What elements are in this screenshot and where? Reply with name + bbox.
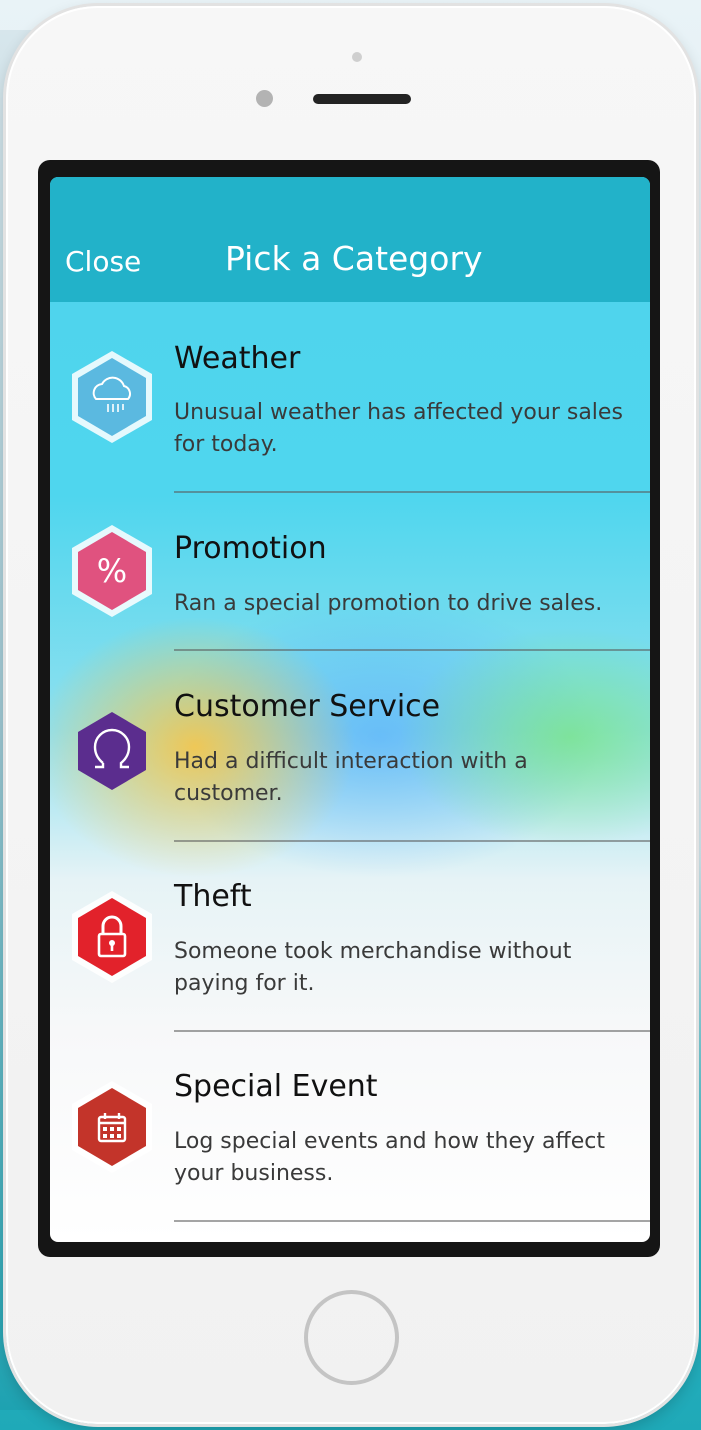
lock-icon: [68, 889, 156, 985]
category-description: Unusual weather has affected your sales …: [174, 400, 623, 457]
percent-icon: %: [68, 523, 156, 619]
nav-bar: Close Pick a Category: [50, 177, 650, 302]
calendar-icon: [68, 1079, 156, 1175]
category-item-weather[interactable]: Weather Unusual weather has affected you…: [50, 317, 650, 493]
app-screen: Close Pick a Category Weather Unusual we…: [50, 177, 650, 1242]
category-description: Someone took merchandise without paying …: [174, 939, 572, 996]
category-item-promotion[interactable]: % Promotion Ran a special promotion to d…: [50, 493, 650, 651]
category-description: Had a difficult interaction with a custo…: [174, 749, 528, 806]
home-button[interactable]: [304, 1290, 399, 1385]
category-title: Customer Service: [174, 689, 441, 724]
person-icon: [68, 703, 156, 799]
svg-text:%: %: [97, 552, 127, 590]
category-item-customer-service[interactable]: Customer Service Had a difficult interac…: [50, 651, 650, 842]
category-title: Special Event: [174, 1069, 378, 1104]
divider: [174, 1220, 650, 1222]
sensor: [256, 90, 273, 107]
speaker: [313, 94, 411, 104]
category-title: Weather: [174, 341, 301, 376]
category-description: Ran a special promotion to drive sales.: [174, 591, 603, 616]
close-button[interactable]: Close: [65, 245, 141, 278]
category-item-special-event[interactable]: Special Event Log special events and how…: [50, 1031, 650, 1222]
cloud-rain-icon: [68, 349, 156, 445]
category-title: Theft: [174, 879, 252, 914]
camera: [352, 52, 362, 62]
category-title: Promotion: [174, 531, 327, 566]
category-description: Log special events and how they affect y…: [174, 1129, 605, 1186]
category-item-theft[interactable]: Theft Someone took merchandise without p…: [50, 841, 650, 1032]
page-title: Pick a Category: [225, 239, 483, 278]
